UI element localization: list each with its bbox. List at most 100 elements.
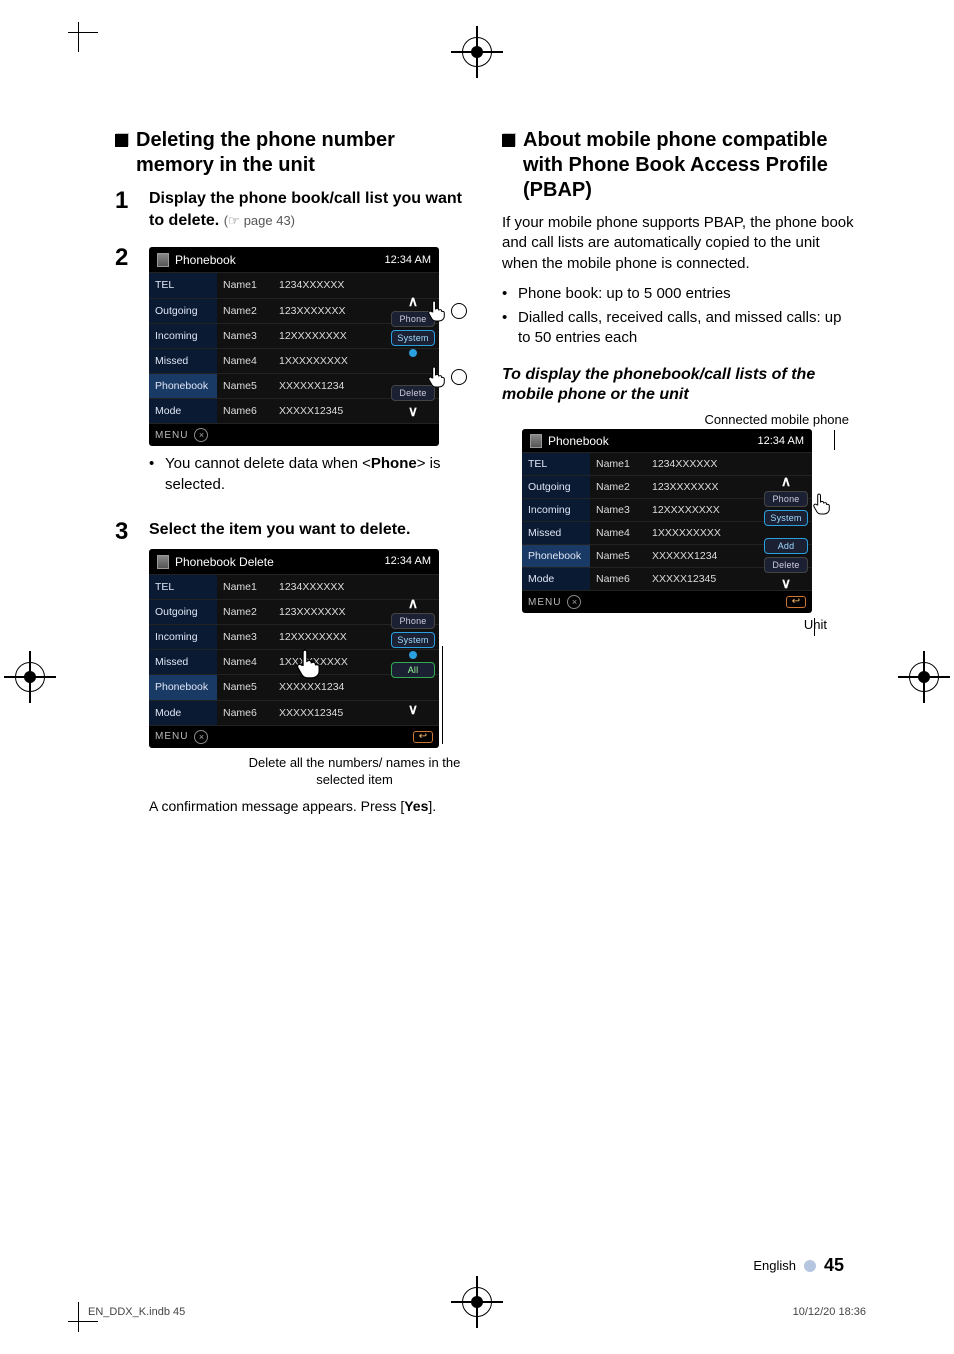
delete-all-caption: Delete all the numbers/ names in the sel…: [239, 754, 470, 789]
device-screenshot-phonebook: Phonebook 12:34 AM TELName11234XXXXXX Ou…: [149, 247, 439, 446]
cat-outgoing[interactable]: Outgoing: [149, 298, 217, 323]
row-name[interactable]: Name2: [217, 599, 273, 624]
print-footer: EN_DDX_K.indb 45 10/12/20 18:36: [88, 1306, 866, 1318]
confirm-a: A confirmation message appears. Press [: [149, 798, 404, 814]
scroll-indicator: [409, 651, 417, 659]
row-name[interactable]: Name5: [217, 674, 273, 699]
row-name[interactable]: Name1: [217, 574, 273, 599]
close-icon[interactable]: ×: [194, 730, 208, 744]
row-num[interactable]: 1234XXXXXX: [646, 452, 812, 475]
menu-button[interactable]: MENU: [155, 730, 188, 744]
row-name[interactable]: Name2: [217, 298, 273, 323]
callout-select-item: [297, 652, 321, 676]
row-name[interactable]: Name5: [217, 373, 273, 398]
cat-incoming[interactable]: Incoming: [522, 498, 590, 521]
cat-incoming[interactable]: Incoming: [149, 323, 217, 348]
cat-mode[interactable]: Mode: [522, 567, 590, 590]
cat-mode[interactable]: Mode: [149, 398, 217, 423]
note-tag: Phone: [371, 455, 417, 472]
row-name[interactable]: Name4: [590, 521, 646, 544]
cat-outgoing[interactable]: Outgoing: [149, 599, 217, 624]
step3-text: Select the item you want to delete.: [149, 519, 470, 541]
scroll-up-icon[interactable]: ∧: [403, 596, 423, 610]
step-2: 2 Phonebook 12:34 AM TELName11234XXXXXX: [115, 245, 470, 505]
back-icon[interactable]: ↩: [786, 596, 806, 608]
dev1-title: Phonebook: [175, 252, 236, 268]
row-name[interactable]: Name2: [590, 475, 646, 498]
step2-note: You cannot delete data when <Phone> is s…: [149, 454, 470, 495]
confirm-yes: Yes: [404, 798, 428, 814]
cat-missed[interactable]: Missed: [149, 649, 217, 674]
cat-incoming[interactable]: Incoming: [149, 624, 217, 649]
cat-tel[interactable]: TEL: [522, 452, 590, 475]
phonebook-icon: [157, 253, 169, 267]
callout-1: 1: [425, 299, 467, 323]
pill-all[interactable]: All: [391, 662, 435, 678]
caption-unit: Unit: [502, 617, 827, 632]
print-timestamp: 10/12/20 18:36: [793, 1306, 866, 1318]
cat-phonebook[interactable]: Phonebook: [149, 674, 217, 699]
back-icon[interactable]: ↩: [413, 731, 433, 743]
cat-outgoing[interactable]: Outgoing: [522, 475, 590, 498]
menu-button[interactable]: MENU: [155, 429, 188, 443]
row-name[interactable]: Name3: [217, 323, 273, 348]
row-name[interactable]: Name6: [217, 700, 273, 725]
footer-page: 45: [824, 1255, 844, 1276]
row-name[interactable]: Name6: [217, 398, 273, 423]
hand-cursor-icon: [810, 492, 834, 516]
pill-add[interactable]: Add: [764, 538, 808, 554]
dev1-time: 12:34 AM: [385, 253, 431, 268]
scroll-down-icon[interactable]: ∨: [776, 576, 796, 590]
scroll-up-icon[interactable]: ∧: [776, 474, 796, 488]
cat-missed[interactable]: Missed: [522, 521, 590, 544]
close-icon[interactable]: ×: [567, 595, 581, 609]
hand-cursor-icon: [292, 647, 326, 681]
row-name[interactable]: Name3: [590, 498, 646, 521]
pill-delete[interactable]: Delete: [764, 557, 808, 573]
dev2-time: 12:34 AM: [385, 554, 431, 569]
pill-system[interactable]: System: [764, 510, 808, 526]
scroll-up-icon[interactable]: ∧: [403, 294, 423, 308]
dev2-title: Phonebook Delete: [175, 554, 274, 570]
pill-phone[interactable]: Phone: [391, 613, 435, 629]
pbap-bullet-1: Phone book: up to 5 000 entries: [502, 284, 857, 304]
cat-missed[interactable]: Missed: [149, 348, 217, 373]
pill-system[interactable]: System: [391, 330, 435, 346]
scroll-indicator: [409, 349, 417, 357]
pill-phone[interactable]: Phone: [764, 491, 808, 507]
device-screenshot-pbap: Phonebook 12:34 AM TELName11234XXXXXX Ou…: [522, 429, 812, 613]
row-name[interactable]: Name3: [217, 624, 273, 649]
step-number-3: 3: [115, 519, 135, 816]
row-name[interactable]: Name4: [217, 649, 273, 674]
footer-lang: English: [753, 1258, 796, 1273]
scroll-down-icon[interactable]: ∨: [403, 404, 423, 418]
step-1: 1 Display the phone book/call list you w…: [115, 188, 470, 231]
cat-mode[interactable]: Mode: [149, 700, 217, 725]
close-icon[interactable]: ×: [194, 428, 208, 442]
step1-text: Display the phone book/call list you wan…: [149, 190, 462, 229]
phonebook-icon: [530, 434, 542, 448]
pill-system[interactable]: System: [391, 632, 435, 648]
cat-phonebook[interactable]: Phonebook: [522, 544, 590, 567]
row-name[interactable]: Name1: [217, 272, 273, 297]
step1-ref: page 43): [244, 213, 295, 228]
row-name[interactable]: Name4: [217, 348, 273, 373]
footer-dot-icon: [804, 1260, 816, 1272]
step-number-1: 1: [115, 188, 135, 231]
hand-cursor-icon: [425, 365, 449, 389]
scroll-down-icon[interactable]: ∨: [403, 702, 423, 716]
row-name[interactable]: Name6: [590, 567, 646, 590]
cat-tel[interactable]: TEL: [149, 574, 217, 599]
cat-tel[interactable]: TEL: [149, 272, 217, 297]
menu-button[interactable]: MENU: [528, 597, 561, 608]
leader-line: [442, 646, 443, 744]
confirm-note: A confirmation message appears. Press [Y…: [149, 797, 470, 816]
circled-1: 1: [451, 303, 467, 319]
heading-block-left: Deleting the phone number memory in the …: [115, 128, 470, 178]
page-footer: English 45: [753, 1255, 844, 1276]
phonebook-icon: [157, 555, 169, 569]
row-name[interactable]: Name5: [590, 544, 646, 567]
right-column: About mobile phone compatible with Phone…: [502, 128, 857, 830]
row-name[interactable]: Name1: [590, 452, 646, 475]
cat-phonebook[interactable]: Phonebook: [149, 373, 217, 398]
